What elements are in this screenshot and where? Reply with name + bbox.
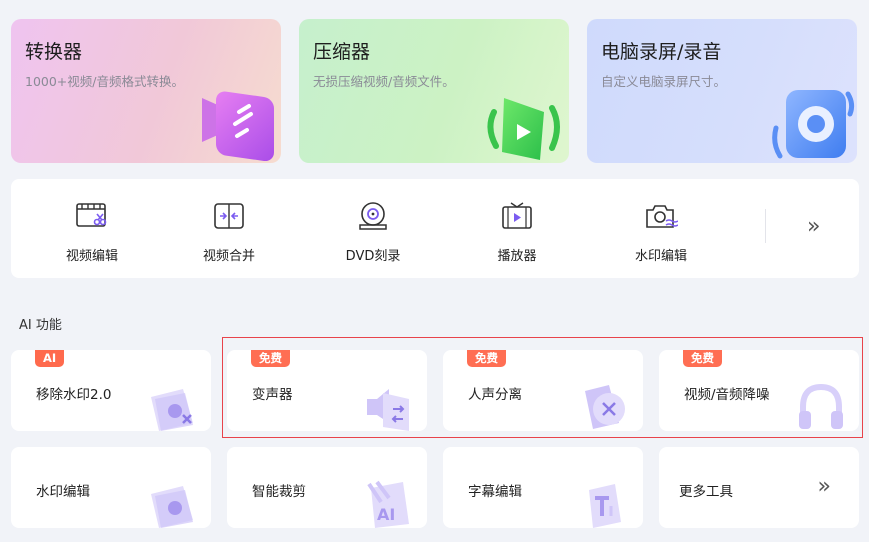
card-label: 移除水印2.0 [36, 387, 112, 403]
svg-text:AI: AI [377, 505, 395, 524]
compressor-subtitle: 无损压缩视频/音频文件。 [313, 74, 455, 89]
tool-label: 视频合并 [202, 249, 255, 264]
watermark-remove-icon [151, 389, 193, 431]
card-watermark-edit[interactable]: 水印编辑 [11, 447, 211, 528]
card-smart-crop[interactable]: 智能裁剪 AI [227, 447, 427, 528]
ai-card-denoise[interactable]: 免费 视频/音频降噪 [659, 350, 859, 431]
recorder-subtitle: 自定义电脑录屏尺寸。 [601, 74, 727, 89]
voice-changer-icon [367, 389, 409, 431]
recorder-card[interactable]: 电脑录屏/录音 自定义电脑录屏尺寸。 [587, 19, 857, 163]
compressor-title: 压缩器 [313, 41, 371, 63]
card-more-tools[interactable]: 更多工具 » [659, 447, 859, 528]
tool-video-edit[interactable]: 视频编辑 [32, 179, 152, 278]
card-label: 智能裁剪 [252, 484, 306, 500]
card-label: 水印编辑 [36, 484, 90, 500]
more-tools-chevron-icon: » [817, 474, 831, 499]
headphones-icon [799, 383, 843, 429]
tool-video-merge[interactable]: 视频合并 [169, 179, 289, 278]
ai-card-remove-watermark[interactable]: AI 移除水印2.0 [11, 350, 211, 431]
compressor-icon [487, 98, 560, 160]
converter-camera-icon [202, 91, 274, 162]
watermark-icon [646, 205, 678, 228]
converter-card[interactable]: 转换器 1000+视频/音频格式转换。 [11, 19, 281, 163]
recorder-icon [772, 90, 855, 159]
converter-title: 转换器 [25, 41, 83, 63]
subtitle-edit-icon [589, 484, 621, 528]
tool-label: 播放器 [497, 249, 537, 264]
compressor-card[interactable]: 压缩器 无损压缩视频/音频文件。 [299, 19, 569, 163]
watermark-edit-icon [151, 486, 193, 528]
tools-divider [765, 209, 766, 243]
recorder-title: 电脑录屏/录音 [601, 41, 722, 63]
ai-card-voice-changer[interactable]: 免费 变声器 [227, 350, 427, 431]
converter-subtitle: 1000+视频/音频格式转换。 [25, 74, 184, 89]
vocal-separation-icon [585, 385, 625, 429]
ai-badge: AI [35, 350, 65, 367]
free-badge: 免费 [683, 350, 722, 367]
tool-label: DVD刻录 [345, 249, 401, 264]
card-label: 字幕编辑 [468, 484, 522, 500]
tools-more-chevron-icon[interactable]: » [807, 214, 820, 239]
card-label: 人声分离 [468, 387, 522, 403]
tool-label: 水印编辑 [634, 249, 687, 264]
card-label: 视频/音频降噪 [684, 387, 770, 403]
player-icon [502, 202, 532, 229]
ai-section-title: AI 功能 [19, 318, 62, 333]
video-merge-icon [214, 203, 244, 229]
tool-player[interactable]: 播放器 [457, 179, 577, 278]
ai-card-vocal-separation[interactable]: 免费 人声分离 [443, 350, 643, 431]
tools-bar: 视频编辑 视频合并 DVD刻录 播放器 水印编辑 » [11, 179, 859, 278]
tool-dvd[interactable]: DVD刻录 [313, 179, 433, 278]
card-label: 更多工具 [679, 484, 733, 500]
video-edit-icon [76, 203, 107, 227]
card-label: 变声器 [252, 387, 293, 403]
free-badge: 免费 [251, 350, 290, 367]
card-subtitle-edit[interactable]: 字幕编辑 [443, 447, 643, 528]
free-badge: 免费 [467, 350, 506, 367]
tool-label: 视频编辑 [65, 249, 118, 264]
ai-crop-icon: AI [367, 480, 409, 528]
tool-watermark[interactable]: 水印编辑 [601, 179, 721, 278]
dvd-icon [359, 202, 387, 230]
